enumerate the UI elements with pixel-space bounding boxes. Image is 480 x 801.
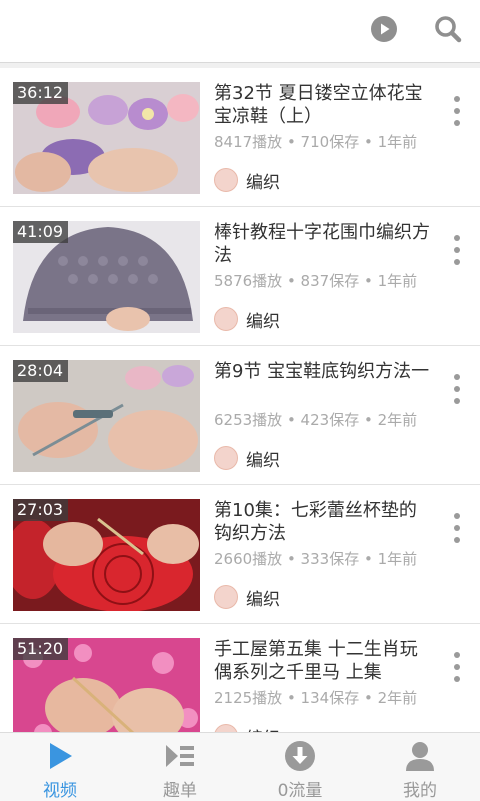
top-bar [0,0,480,63]
video-meta: 6253播放 • 423保存 • 2年前 [214,411,418,429]
video-meta: 2125播放 • 134保存 • 2年前 [214,689,418,707]
video-duration: 27:03 [13,499,69,521]
author-name: 编织 [246,724,280,733]
avatar [214,307,238,331]
video-duration: 36:12 [13,82,69,104]
tab-label: 视频 [43,781,77,801]
video-title[interactable]: 第32节 夏日镂空立体花宝宝凉鞋（上） [214,82,432,128]
avatar [214,724,238,732]
more-options-icon[interactable] [447,235,467,265]
video-title[interactable]: 第9节 宝宝鞋底钩织方法一 [214,360,432,383]
video-thumbnail[interactable]: 27:03 [13,499,200,611]
video-thumbnail[interactable]: 28:04 [13,360,200,472]
more-options-icon[interactable] [447,96,467,126]
video-item[interactable]: 28:04 第9节 宝宝鞋底钩织方法一 6253播放 • 423保存 • 2年前… [0,346,480,485]
tab-label: 0流量 [277,781,323,801]
bottom-tab-bar: 视频 趣单 0流量 我的 [0,732,480,801]
video-thumbnail[interactable]: 51:20 [13,638,200,732]
author[interactable]: 编织 [214,724,280,732]
author-name: 编织 [246,450,280,471]
video-meta: 8417播放 • 710保存 • 1年前 [214,133,418,151]
video-duration: 28:04 [13,360,69,382]
author-name: 编织 [246,589,280,610]
avatar [214,585,238,609]
author[interactable]: 编织 [214,585,280,610]
tab-label: 我的 [403,781,437,801]
more-options-icon[interactable] [447,652,467,682]
tab-label: 趣单 [163,781,197,801]
tab-playlist[interactable]: 趣单 [120,733,240,801]
video-thumbnail[interactable]: 41:09 [13,221,200,333]
user-icon [404,740,436,772]
video-title[interactable]: 手工屋第五集 十二生肖玩偶系列之千里马 上集 [214,638,432,684]
video-title[interactable]: 棒针教程十字花围巾编织方法 [214,221,432,267]
video-duration: 51:20 [13,638,69,660]
download-icon [284,740,316,772]
search-icon[interactable] [432,13,464,45]
avatar [214,446,238,470]
video-play-icon [44,740,76,772]
video-duration: 41:09 [13,221,69,243]
video-thumbnail[interactable]: 36:12 [13,82,200,194]
more-options-icon[interactable] [447,374,467,404]
tab-mine[interactable]: 我的 [360,733,480,801]
tab-video[interactable]: 视频 [0,733,120,801]
video-meta: 5876播放 • 837保存 • 1年前 [214,272,418,290]
video-item[interactable]: 51:20 手工屋第五集 十二生肖玩偶系列之千里马 上集 2125播放 • 13… [0,624,480,732]
author[interactable]: 编织 [214,307,280,332]
avatar [214,168,238,192]
more-options-icon[interactable] [447,513,467,543]
playlist-icon [164,740,196,772]
video-item[interactable]: 41:09 棒针教程十字花围巾编织方法 5876播放 • 837保存 • 1年前… [0,207,480,346]
play-circle-icon[interactable] [368,13,400,45]
author-name: 编织 [246,172,280,193]
video-title[interactable]: 第10集：七彩蕾丝杯垫的钩织方法 [214,499,432,545]
video-meta: 2660播放 • 333保存 • 1年前 [214,550,418,568]
author[interactable]: 编织 [214,446,280,471]
author[interactable]: 编织 [214,168,280,193]
video-list: 36:12 第32节 夏日镂空立体花宝宝凉鞋（上） 8417播放 • 710保存… [0,68,480,732]
video-item[interactable]: 36:12 第32节 夏日镂空立体花宝宝凉鞋（上） 8417播放 • 710保存… [0,68,480,207]
tab-zero-data[interactable]: 0流量 [240,733,360,801]
video-item[interactable]: 27:03 第10集：七彩蕾丝杯垫的钩织方法 2660播放 • 333保存 • … [0,485,480,624]
author-name: 编织 [246,311,280,332]
